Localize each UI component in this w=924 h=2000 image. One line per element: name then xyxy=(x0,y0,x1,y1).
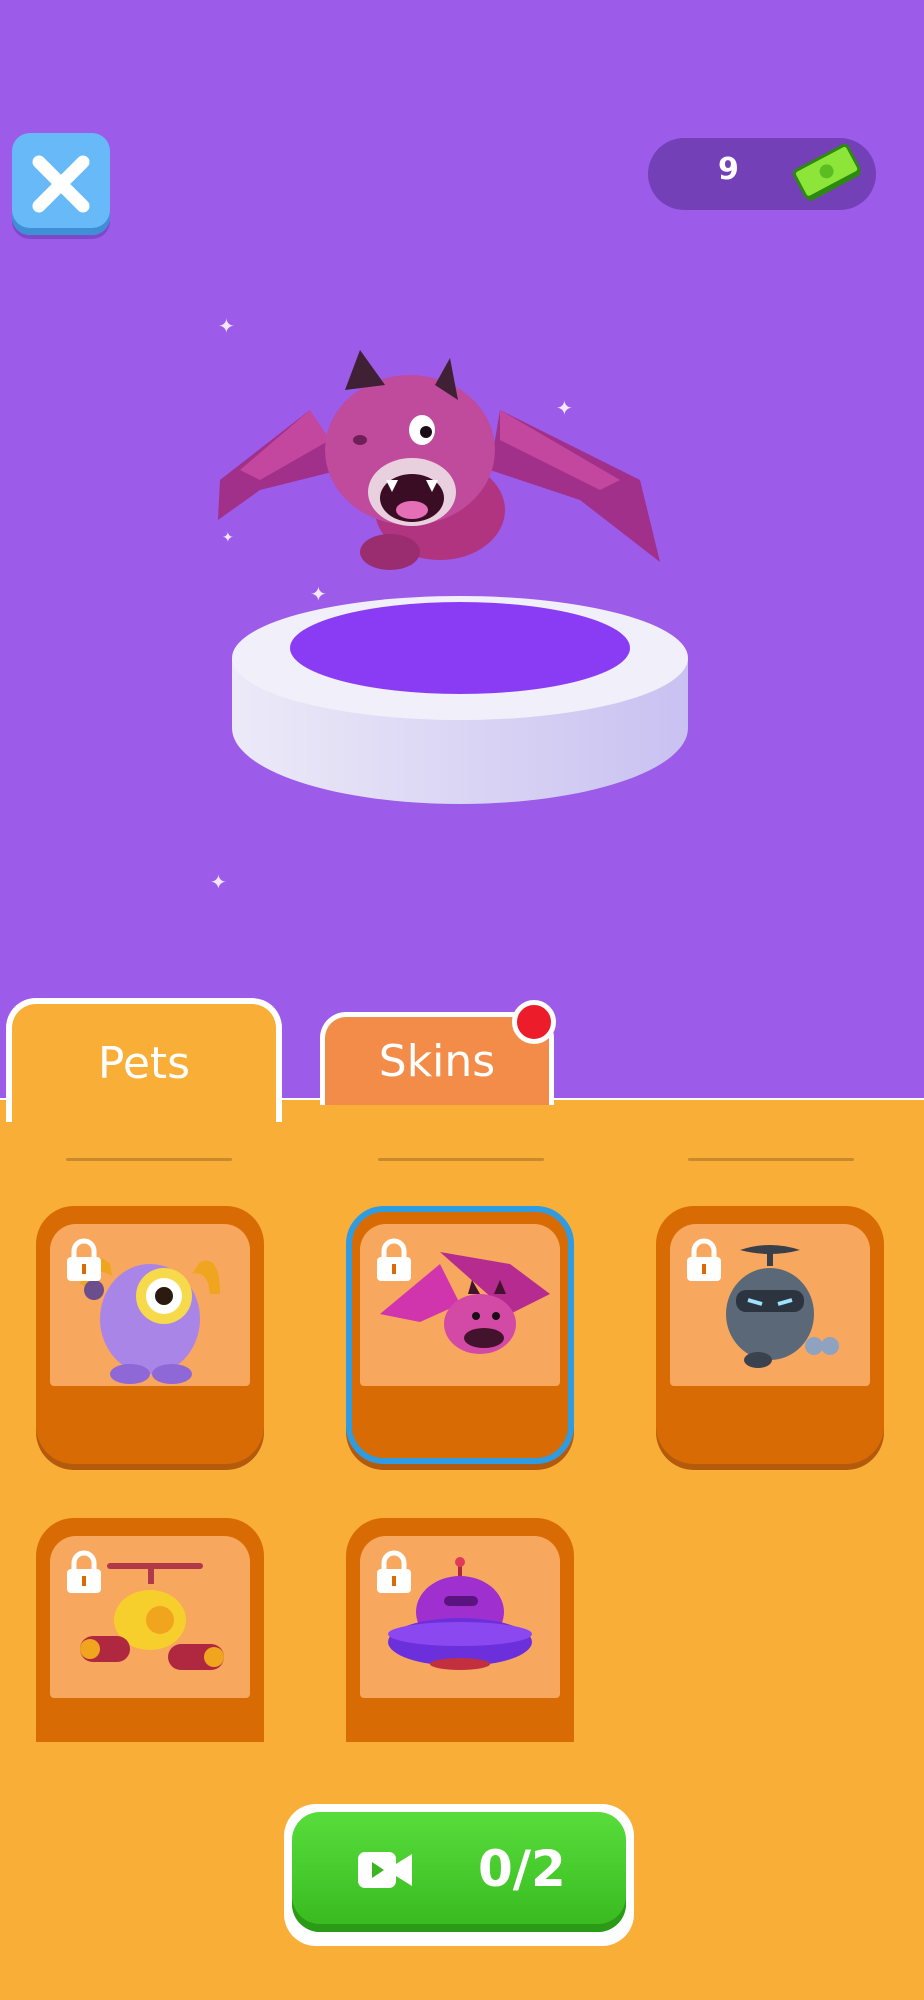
lock-icon xyxy=(67,1238,101,1281)
lock-icon xyxy=(377,1550,411,1593)
watch-ad-button[interactable]: 0/2 xyxy=(284,1804,634,1946)
divider xyxy=(378,1158,544,1161)
dragon-pet-preview xyxy=(218,350,660,570)
pet-card-image xyxy=(670,1224,870,1386)
watch-ad-button-face: 0/2 xyxy=(292,1812,626,1932)
divider xyxy=(688,1158,854,1161)
currency-value: 9 xyxy=(718,152,739,187)
pet-card-helicopter-robot[interactable] xyxy=(656,1206,884,1464)
pet-card-image xyxy=(50,1224,250,1386)
pet-card-image xyxy=(360,1536,560,1698)
pet-card-image xyxy=(50,1536,250,1698)
close-icon xyxy=(32,155,90,213)
tab-skins-label: Skins xyxy=(378,1035,496,1087)
lock-icon xyxy=(687,1238,721,1281)
sparkle: ✦ xyxy=(210,870,227,894)
pet-card-cyclops[interactable] xyxy=(36,1206,264,1464)
pet-preview-stage: 9 ✦ ✦ ✦ ✦ ✦ xyxy=(0,0,924,1100)
notification-badge xyxy=(512,1000,556,1044)
currency-counter: 9 xyxy=(648,138,876,210)
tab-pets[interactable]: Pets xyxy=(6,998,282,1122)
pedestal xyxy=(232,596,688,804)
divider xyxy=(66,1158,232,1161)
cash-icon xyxy=(792,143,861,201)
close-button[interactable] xyxy=(12,133,110,235)
video-camera-icon xyxy=(358,1852,412,1888)
pet-card-yellow-drone[interactable] xyxy=(36,1518,264,1742)
lock-icon xyxy=(377,1238,411,1281)
ad-progress-count: 0/2 xyxy=(478,1840,566,1898)
pet-card-dragon[interactable] xyxy=(346,1206,574,1464)
pet-card-ufo[interactable] xyxy=(346,1518,574,1742)
tab-pets-label: Pets xyxy=(97,1037,191,1089)
lock-icon xyxy=(67,1550,101,1593)
pet-card-image xyxy=(360,1224,560,1386)
